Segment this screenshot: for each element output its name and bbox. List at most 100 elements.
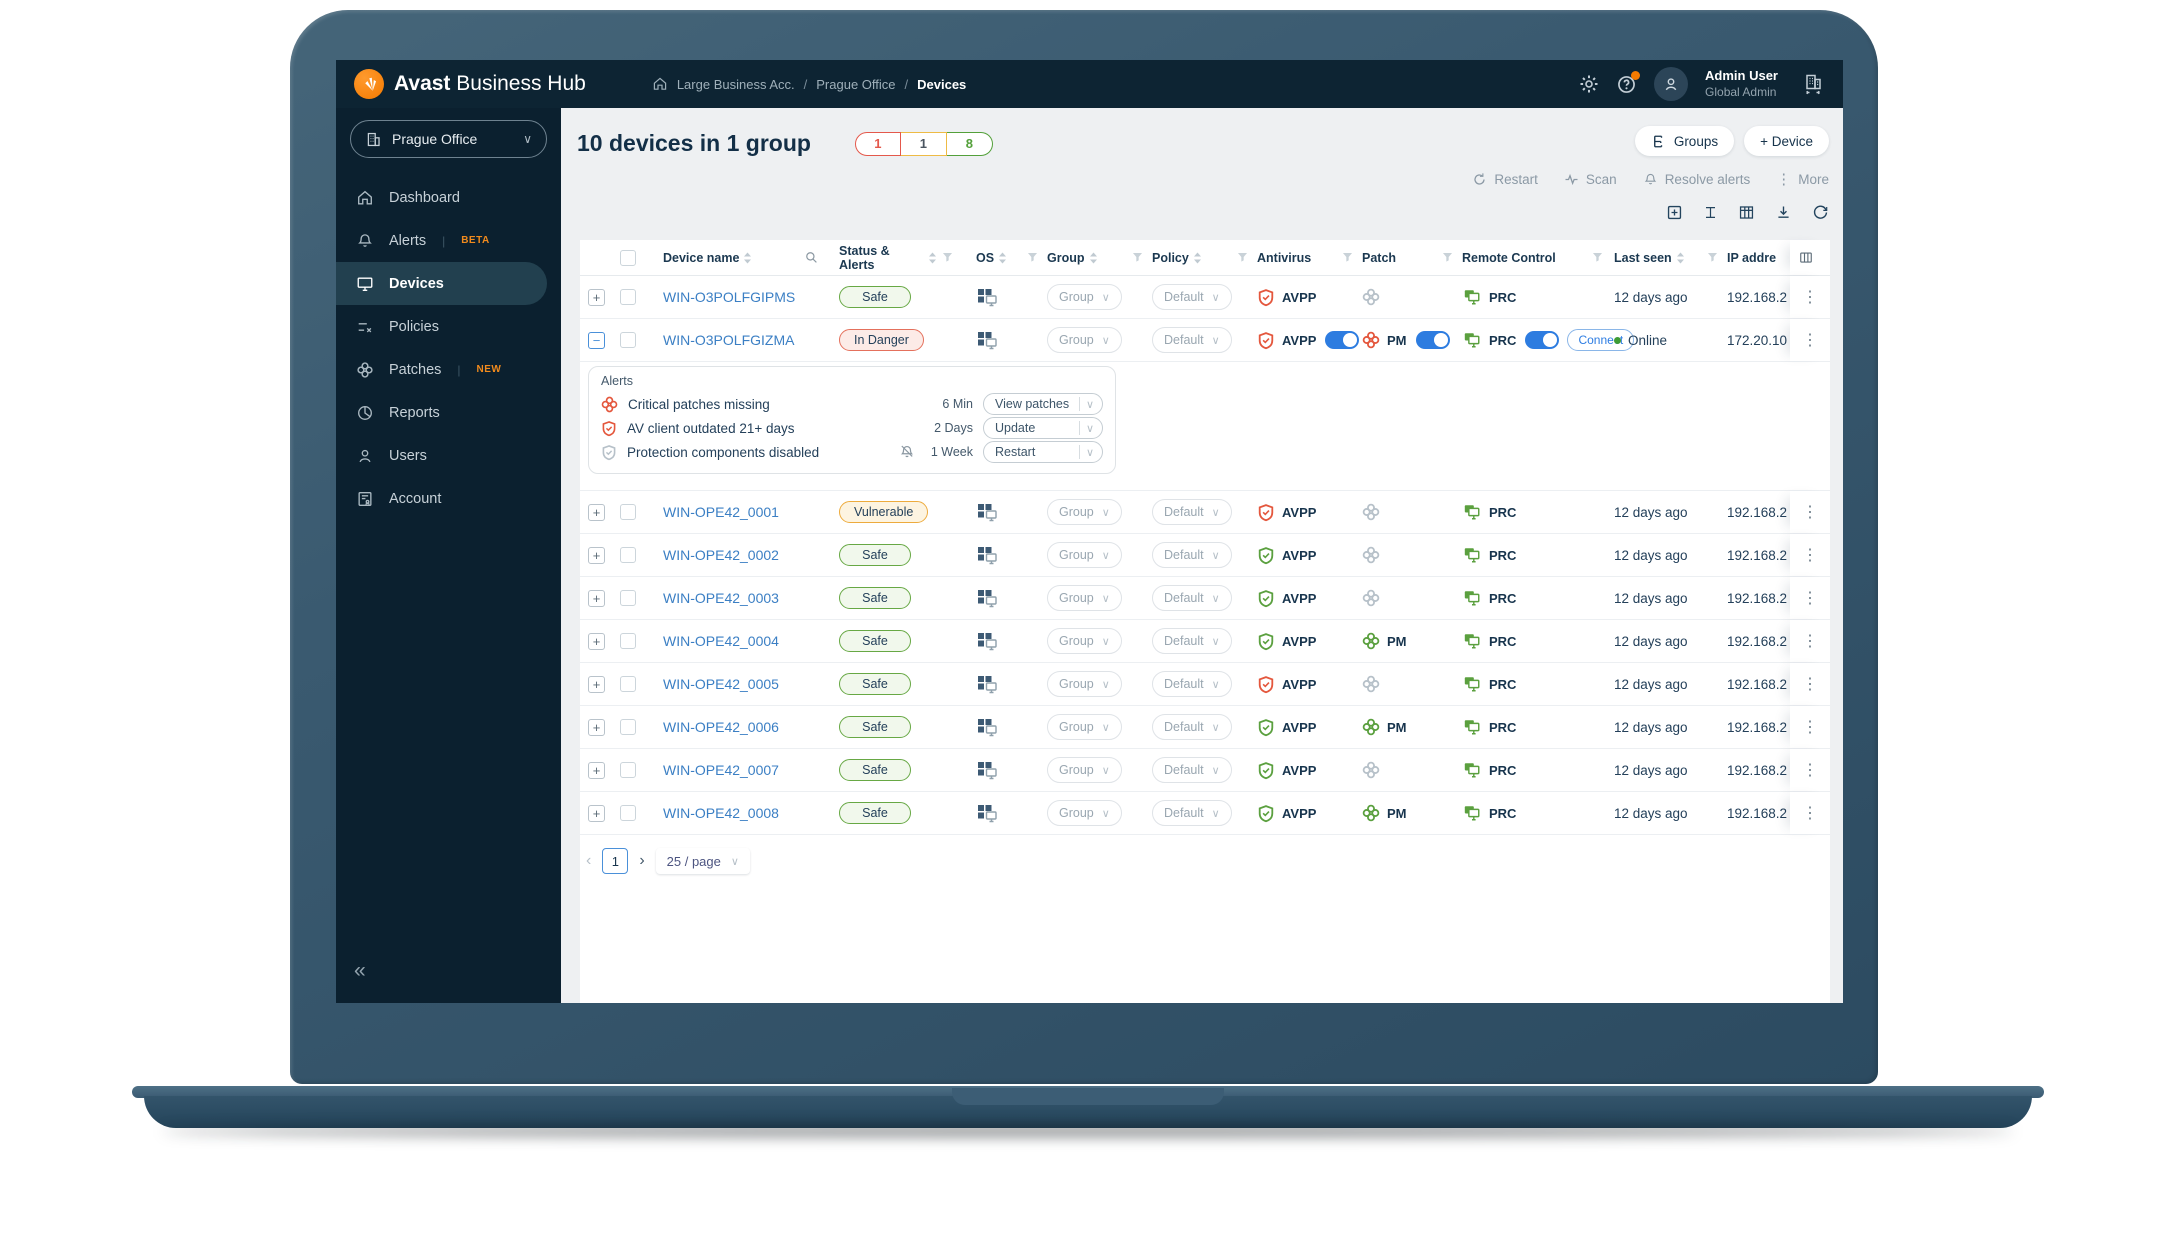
col-antivirus[interactable]: Antivirus bbox=[1257, 251, 1311, 265]
expand-row-button[interactable]: − bbox=[588, 331, 605, 349]
row-checkbox[interactable] bbox=[620, 289, 636, 305]
help-icon[interactable] bbox=[1616, 70, 1641, 95]
sort-icon[interactable] bbox=[999, 252, 1007, 264]
col-group[interactable]: Group bbox=[1047, 251, 1085, 265]
breadcrumb-site[interactable]: Prague Office bbox=[816, 77, 895, 92]
filter-icon[interactable] bbox=[1591, 251, 1604, 264]
device-name-link[interactable]: WIN-OPE42_0001 bbox=[652, 504, 779, 520]
sidebar-item-devices[interactable]: Devices bbox=[336, 262, 547, 305]
home-icon[interactable] bbox=[652, 76, 668, 92]
row-menu-button[interactable]: ⋮ bbox=[1802, 545, 1818, 565]
device-status-counts[interactable]: 1 1 8 bbox=[854, 131, 993, 156]
row-checkbox[interactable] bbox=[620, 762, 636, 778]
row-menu-button[interactable]: ⋮ bbox=[1802, 502, 1818, 522]
expand-row-button[interactable]: + bbox=[588, 761, 605, 779]
row-menu-button[interactable]: ⋮ bbox=[1802, 631, 1818, 651]
table-view-icon[interactable] bbox=[1738, 204, 1755, 221]
sidebar-item-account[interactable]: Account bbox=[336, 477, 561, 520]
policy-dropdown[interactable]: Default ∨ bbox=[1152, 800, 1232, 826]
sidebar-item-reports[interactable]: Reports bbox=[336, 391, 561, 434]
user-info[interactable]: Admin User Global Admin bbox=[1705, 68, 1778, 99]
expand-row-button[interactable]: + bbox=[588, 546, 605, 564]
prev-page-button[interactable]: ‹ bbox=[586, 852, 591, 870]
expand-row-button[interactable]: + bbox=[588, 503, 605, 521]
sort-icon[interactable] bbox=[1089, 252, 1097, 264]
policy-dropdown[interactable]: Default ∨ bbox=[1152, 671, 1232, 697]
warning-count-badge[interactable]: 1 bbox=[900, 131, 947, 156]
device-name-link[interactable]: WIN-O3POLFGIPMS bbox=[652, 289, 795, 305]
expand-row-button[interactable]: + bbox=[588, 632, 605, 650]
alert-action-button[interactable]: Update ∨ bbox=[983, 417, 1103, 439]
device-name-link[interactable]: WIN-OPE42_0003 bbox=[652, 590, 779, 606]
expand-row-button[interactable]: + bbox=[588, 718, 605, 736]
group-dropdown[interactable]: Group ∨ bbox=[1047, 284, 1122, 310]
row-menu-button[interactable]: ⋮ bbox=[1802, 588, 1818, 608]
col-last-seen[interactable]: Last seen bbox=[1614, 251, 1672, 265]
remote-control-toggle[interactable] bbox=[1525, 331, 1560, 349]
group-dropdown[interactable]: Group ∨ bbox=[1047, 542, 1122, 568]
policy-dropdown[interactable]: Default ∨ bbox=[1152, 284, 1232, 310]
row-menu-button[interactable]: ⋮ bbox=[1802, 674, 1818, 694]
col-os[interactable]: OS bbox=[976, 251, 994, 265]
col-remote-control[interactable]: Remote Control bbox=[1462, 251, 1556, 265]
expand-row-button[interactable]: + bbox=[588, 589, 605, 607]
expand-row-button[interactable]: + bbox=[588, 804, 605, 822]
col-device-name[interactable]: Device name bbox=[663, 251, 739, 265]
sort-icon[interactable] bbox=[744, 252, 752, 264]
group-dropdown[interactable]: Group ∨ bbox=[1047, 499, 1122, 525]
alert-action-button[interactable]: Restart ∨ bbox=[983, 441, 1103, 463]
avatar[interactable] bbox=[1654, 67, 1689, 101]
download-icon[interactable] bbox=[1775, 204, 1792, 221]
policy-dropdown[interactable]: Default ∨ bbox=[1152, 628, 1232, 654]
filter-icon[interactable] bbox=[1026, 251, 1039, 264]
row-menu-button[interactable]: ⋮ bbox=[1802, 760, 1818, 780]
policy-dropdown[interactable]: Default ∨ bbox=[1152, 757, 1232, 783]
expand-all-icon[interactable] bbox=[1666, 204, 1683, 221]
danger-count-badge[interactable]: 1 bbox=[854, 131, 901, 156]
col-status[interactable]: Status & Alerts bbox=[839, 244, 924, 272]
row-menu-button[interactable]: ⋮ bbox=[1802, 287, 1818, 307]
policy-dropdown[interactable]: Default ∨ bbox=[1152, 585, 1232, 611]
sidebar-item-users[interactable]: Users bbox=[336, 434, 561, 477]
row-menu-button[interactable]: ⋮ bbox=[1802, 330, 1818, 350]
patch-toggle[interactable] bbox=[1415, 331, 1450, 349]
col-patch[interactable]: Patch bbox=[1362, 251, 1396, 265]
resolve-alerts-action[interactable]: Resolve alerts bbox=[1643, 172, 1750, 187]
group-selector[interactable]: Prague Office ∨ bbox=[350, 120, 547, 158]
row-menu-button[interactable]: ⋮ bbox=[1802, 717, 1818, 737]
restart-action[interactable]: Restart bbox=[1472, 172, 1538, 187]
row-checkbox[interactable] bbox=[620, 590, 636, 606]
row-checkbox[interactable] bbox=[620, 719, 636, 735]
col-policy[interactable]: Policy bbox=[1152, 251, 1189, 265]
filter-icon[interactable] bbox=[1131, 251, 1144, 264]
row-checkbox[interactable] bbox=[620, 332, 636, 348]
sort-icon[interactable] bbox=[929, 252, 936, 264]
breadcrumb-account[interactable]: Large Business Acc. bbox=[677, 77, 795, 92]
policy-dropdown[interactable]: Default ∨ bbox=[1152, 327, 1232, 353]
expand-row-button[interactable]: + bbox=[588, 288, 605, 306]
device-name-link[interactable]: WIN-OPE42_0006 bbox=[652, 719, 779, 735]
alert-action-button[interactable]: View patches ∨ bbox=[983, 393, 1103, 415]
expand-row-button[interactable]: + bbox=[588, 675, 605, 693]
next-page-button[interactable]: › bbox=[639, 852, 644, 870]
more-action[interactable]: ⋮ More bbox=[1776, 170, 1829, 188]
filter-icon[interactable] bbox=[1341, 251, 1354, 264]
row-menu-button[interactable]: ⋮ bbox=[1802, 803, 1818, 823]
sidebar-item-patches[interactable]: Patches | NEW bbox=[336, 348, 561, 391]
select-all-checkbox[interactable] bbox=[620, 249, 636, 266]
filter-icon[interactable] bbox=[1706, 251, 1719, 264]
row-checkbox[interactable] bbox=[620, 676, 636, 692]
row-checkbox[interactable] bbox=[620, 805, 636, 821]
group-dropdown[interactable]: Group ∨ bbox=[1047, 714, 1122, 740]
group-dropdown[interactable]: Group ∨ bbox=[1047, 757, 1122, 783]
row-checkbox[interactable] bbox=[620, 547, 636, 563]
sidebar-item-policies[interactable]: Policies bbox=[336, 305, 561, 348]
refresh-icon[interactable] bbox=[1812, 204, 1829, 221]
add-device-button[interactable]: + Device bbox=[1744, 126, 1829, 156]
device-name-link[interactable]: WIN-OPE42_0008 bbox=[652, 805, 779, 821]
device-name-link[interactable]: WIN-O3POLFGIZMA bbox=[652, 332, 794, 348]
group-dropdown[interactable]: Group ∨ bbox=[1047, 628, 1122, 654]
row-height-icon[interactable] bbox=[1703, 204, 1718, 221]
group-dropdown[interactable]: Group ∨ bbox=[1047, 327, 1122, 353]
group-dropdown[interactable]: Group ∨ bbox=[1047, 800, 1122, 826]
